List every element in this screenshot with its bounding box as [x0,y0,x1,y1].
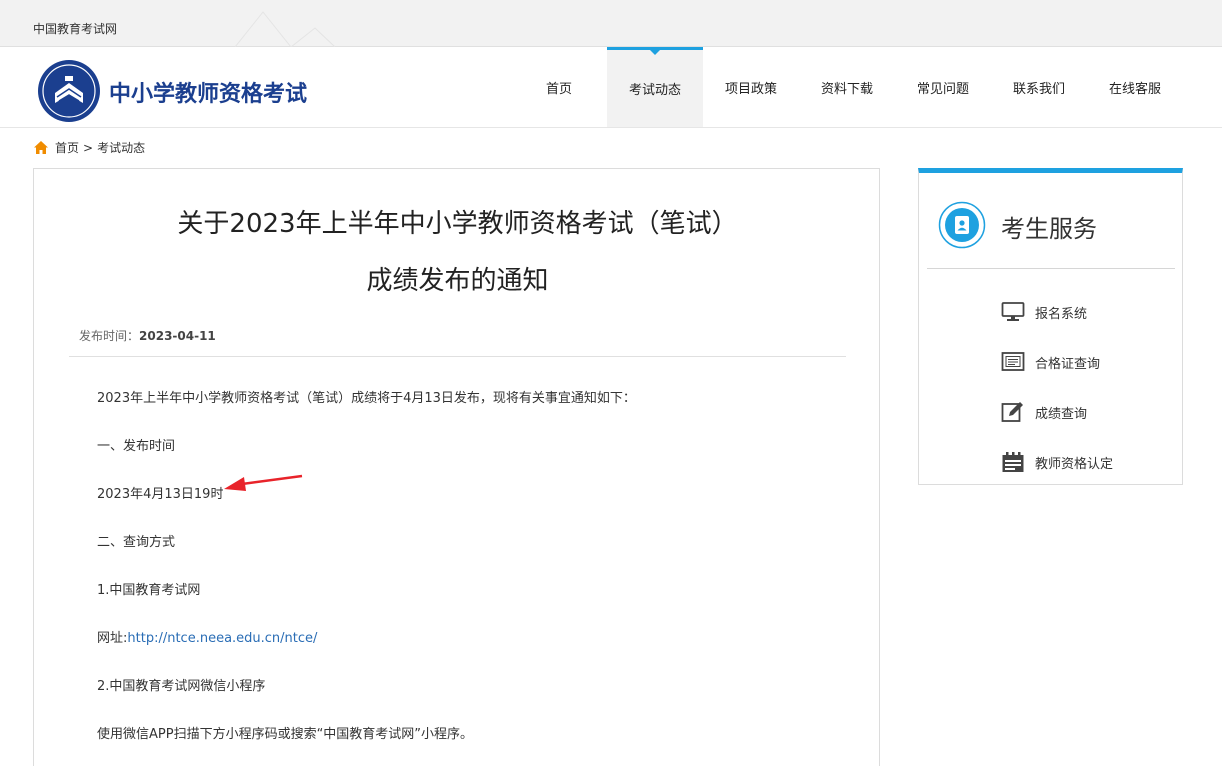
sidebar-item-teacher-certification[interactable]: 教师资格认定 [1001,451,1113,473]
nav-label: 联系我们 [1012,81,1065,97]
nav-item-policy[interactable]: 项目政策 [703,47,799,127]
paragraph-intro: 2023年上半年中小学教师资格考试（笔试）成绩将于4月13日发布，现将有关事宜通… [97,391,636,406]
paragraph-section-1: 一、发布时间 [97,439,176,454]
nav-label: 首页 [545,81,572,97]
breadcrumb-home-link[interactable]: 首页 [55,139,79,156]
main-nav: 首页 考试动态 项目政策 资料下载 常见问题 联系我们 在线客服 [511,47,1183,127]
nav-item-home[interactable]: 首页 [511,47,607,127]
sidebar-item-certificate-query[interactable]: 合格证查询 [1001,351,1100,373]
breadcrumb: 首页 > 考试动态 [33,139,145,156]
nav-item-online-service[interactable]: 在线客服 [1087,47,1183,127]
edit-icon [1001,402,1023,422]
article-title-line1: 关于2023年上半年中小学教师资格考试（笔试） [177,209,738,239]
home-icon [34,141,48,154]
url-label: 网址: [97,631,128,646]
sidebar-item-label: 报名系统 [1035,306,1088,322]
paragraph-url: 网址:http://ntce.neea.edu.cn/ntce/ [97,627,317,646]
sidebar-item-label: 合格证查询 [1035,356,1101,372]
nav-label: 项目政策 [724,81,777,97]
nav-item-contact[interactable]: 联系我们 [991,47,1087,127]
ntce-logo[interactable] [37,59,101,123]
sidebar-item-registration[interactable]: 报名系统 [1001,301,1087,323]
site-header: 中小学教师资格考试 首页 考试动态 项目政策 资料下载 常见问题 联系我们 在线… [0,47,1222,128]
publish-meta: 发布时间：2023-04-11 [69,327,846,357]
contact-book-icon [938,201,986,249]
services-title: 考生服务 [1001,215,1097,243]
paragraph-section-2: 二、查询方式 [97,535,176,550]
services-divider [927,268,1175,269]
nav-item-faq[interactable]: 常见问题 [895,47,991,127]
breadcrumb-current-link[interactable]: 考试动态 [97,139,145,156]
breadcrumb-separator: > [83,140,94,155]
active-caret-icon [649,49,661,55]
article-panel: 关于2023年上半年中小学教师资格考试（笔试） 成绩发布的通知 发布时间：202… [33,168,880,766]
nav-item-downloads[interactable]: 资料下载 [799,47,895,127]
publish-date: 2023-04-11 [139,329,216,343]
paragraph-method-2: 2.中国教育考试网微信小程序 [97,679,266,694]
sidebar-item-label: 教师资格认定 [1035,456,1114,472]
certificate-icon [1001,352,1025,371]
paragraph-release-time: 2023年4月13日19时 [97,487,224,502]
annotation-arrow-icon [224,474,303,491]
article-title-line2: 成绩发布的通知 [366,266,549,296]
paragraph-method-1: 1.中国教育考试网 [97,583,201,598]
nav-label: 考试动态 [628,83,681,98]
decorative-lines [235,11,335,47]
sidebar-item-label: 成绩查询 [1035,406,1088,422]
publish-label: 发布时间： [79,329,140,343]
calendar-icon [1002,452,1024,472]
site-name[interactable]: 中国教育考试网 [33,20,117,37]
nav-label: 常见问题 [916,81,969,97]
nav-item-exam-news[interactable]: 考试动态 [607,47,703,127]
nav-label: 资料下载 [820,81,873,97]
paragraph-miniprogram: 使用微信APP扫描下方小程序码或搜索“中国教育考试网”小程序。 [97,727,474,742]
ntce-url-link[interactable]: http://ntce.neea.edu.cn/ntce/ [127,631,317,646]
monitor-icon [1001,302,1025,321]
brand-title[interactable]: 中小学教师资格考试 [109,76,307,108]
sidebar-item-score-query[interactable]: 成绩查询 [1001,401,1087,423]
top-bar: 中国教育考试网 [0,0,1222,47]
candidate-services-panel: 考生服务 报名系统 合格证查询 成绩查询 教师资格认定 [918,168,1183,485]
nav-label: 在线客服 [1108,81,1161,97]
